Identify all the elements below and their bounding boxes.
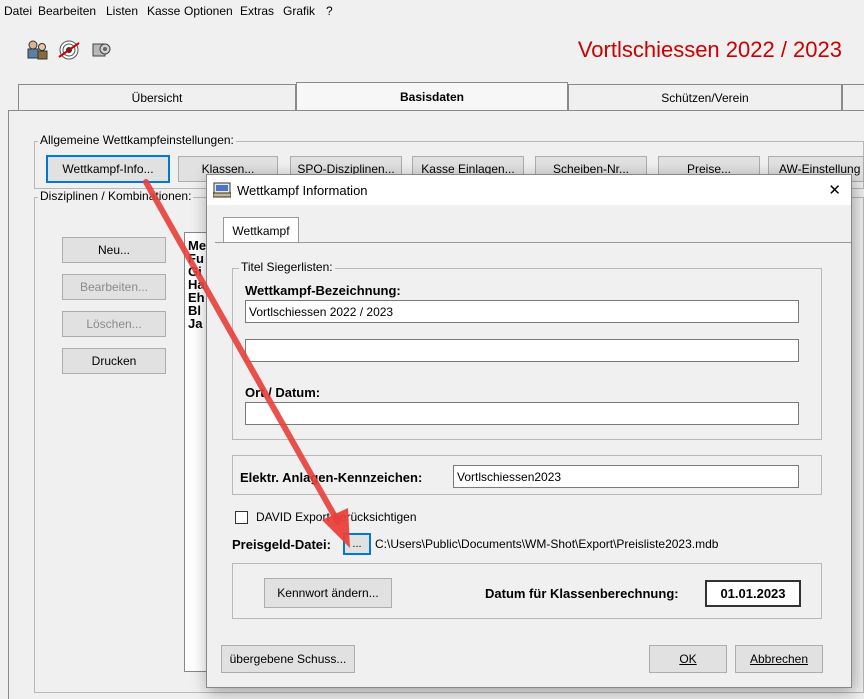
annotation-arrow-icon bbox=[143, 179, 350, 548]
